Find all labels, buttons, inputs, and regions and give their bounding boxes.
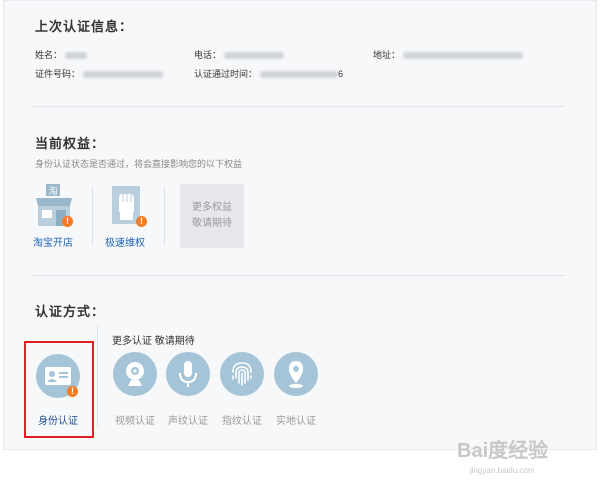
more-benefits-box: 更多权益 敬请期待 xyxy=(180,184,244,248)
divider xyxy=(92,186,93,246)
divider xyxy=(97,326,98,426)
redacted-value xyxy=(260,71,339,79)
benefits-hint: 身份认证状态是否通过，将会直接影响您的以下权益 xyxy=(35,159,243,169)
location-pin-icon xyxy=(289,361,303,388)
redacted-value xyxy=(65,52,88,60)
onsite-verify-button[interactable] xyxy=(274,352,318,396)
fingerprint-verify-label: 指纹认证 xyxy=(222,416,262,427)
warning-badge: ! xyxy=(62,216,73,227)
video-verify-button[interactable] xyxy=(113,352,157,396)
benefit-rights[interactable]: ! 极速维权 xyxy=(104,182,148,249)
benefit-shop[interactable]: 淘 ! 淘宝开店 xyxy=(32,182,76,249)
benefit-label: 极速维权 xyxy=(105,238,145,249)
more-methods-text: 更多认证 敬请期待 xyxy=(112,336,195,347)
benefits-title: 当前权益： xyxy=(35,136,106,151)
divider xyxy=(33,106,565,107)
benefit-label: 淘宝开店 xyxy=(33,238,73,249)
baidu-watermark: Bai度经验 xyxy=(457,440,549,462)
voice-verify-button[interactable] xyxy=(166,352,210,396)
microphone-icon xyxy=(179,361,197,387)
redacted-value xyxy=(224,52,285,60)
video-verify-label: 视频认证 xyxy=(115,416,155,427)
id-number-field: 证件号码： xyxy=(35,67,164,80)
phone-field: 电话： xyxy=(194,48,285,61)
fingerprint-icon xyxy=(232,362,252,386)
name-field: 姓名： xyxy=(35,48,88,61)
redacted-value xyxy=(83,71,164,79)
svg-text:淘: 淘 xyxy=(48,185,57,197)
voice-verify-label: 声纹认证 xyxy=(168,416,208,427)
methods-title: 认证方式： xyxy=(35,304,106,319)
divider xyxy=(164,186,165,246)
last-info-title: 上次认证信息： xyxy=(35,19,134,34)
fingerprint-verify-button[interactable] xyxy=(220,352,264,396)
divider xyxy=(33,275,565,276)
highlight-frame xyxy=(24,341,94,438)
webcam-icon xyxy=(126,362,144,386)
watermark-url: jingyan.baidu.com xyxy=(470,466,535,475)
verify-time-field: 认证通过时间： 6 xyxy=(194,69,344,79)
address-field: 地址： xyxy=(373,48,524,61)
warning-badge: ! xyxy=(136,216,147,227)
onsite-verify-label: 实地认证 xyxy=(276,416,316,427)
redacted-value xyxy=(403,52,524,60)
